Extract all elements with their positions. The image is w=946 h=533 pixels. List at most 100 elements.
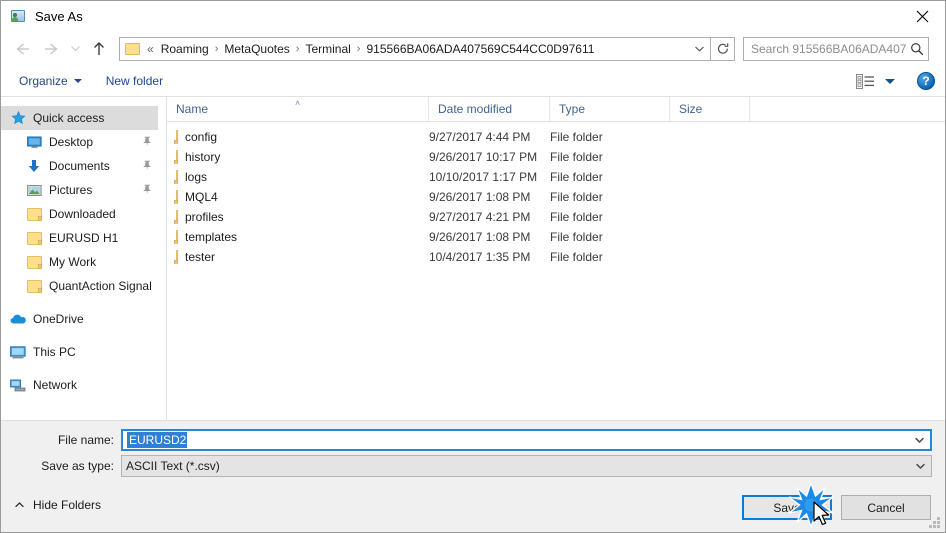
folder-icon [125,42,141,56]
up-one-level-icon[interactable] [85,36,113,62]
address-chevron-down-icon[interactable] [688,38,710,60]
forward-icon[interactable] [37,36,65,62]
folder-icon [176,250,178,264]
column-header-size[interactable]: Size [670,97,750,121]
pin-icon[interactable] [142,184,152,198]
help-icon[interactable]: ? [917,72,935,90]
title-bar: Save As [1,1,945,31]
cancel-button[interactable]: Cancel [841,495,931,520]
save-button[interactable]: Save [742,495,832,520]
hide-folders-button[interactable]: Hide Folders [14,498,101,512]
sidebar-item-desktop[interactable]: Desktop [1,130,166,154]
sidebar-item-label: Downloaded [49,207,116,221]
sidebar-item-pictures[interactable]: Pictures [1,178,166,202]
file-date: 10/10/2017 1:17 PM [429,170,538,184]
organize-button[interactable]: Organize [11,69,90,93]
column-header-label: Date modified [438,102,513,116]
sidebar-item-eurusd-h1[interactable]: EURUSD H1 [1,226,166,250]
desktop-icon [25,134,43,150]
recent-locations-chevron-down-icon[interactable] [65,36,85,62]
folder-icon [176,230,178,244]
file-name-cell: templates [167,230,429,244]
breadcrumb-item-metaquotes[interactable]: MetaQuotes [219,40,294,58]
search-icon[interactable] [906,38,928,60]
toolbar-right-group: ? [855,72,935,90]
file-type: File folder [550,190,603,204]
sidebar-item-quick-access[interactable]: Quick access [1,106,158,130]
table-row[interactable]: history 9/26/2017 10:17 PM File folder [167,147,945,167]
column-header-date-modified[interactable]: Date modified [429,97,550,121]
table-row[interactable]: config 9/27/2017 4:44 PM File folder [167,127,945,147]
search-box[interactable]: Search 915566BA06ADA40756... [743,36,929,61]
back-icon[interactable] [9,36,37,62]
sidebar-item-this-pc[interactable]: This PC [1,340,166,364]
sidebar-item-label: Quick access [33,111,105,125]
organize-label: Organize [19,74,68,88]
breadcrumb-item-roaming[interactable]: Roaming [156,40,214,58]
file-date: 9/26/2017 10:17 PM [429,150,538,164]
view-chevron-down-icon[interactable] [885,78,895,84]
breadcrumb-item-terminal[interactable]: Terminal [300,40,355,58]
save-as-type-chevron-down-icon[interactable] [912,458,929,475]
dialog-body: Quick access Desktop Documents Pictures … [1,97,945,420]
folder-icon [176,170,178,184]
star-icon [9,110,27,126]
sidebar-item-quantaction-signal[interactable]: QuantAction Signal [1,274,166,298]
file-name-cell: logs [167,170,429,184]
file-list: Name ˄ Date modified Type Size config 9/… [167,97,945,420]
table-row[interactable]: tester 10/4/2017 1:35 PM File folder [167,247,945,267]
file-type: File folder [550,250,603,264]
onedrive-icon [9,311,27,327]
column-header-row: Name ˄ Date modified Type Size [167,97,945,122]
folder-icon [176,130,178,144]
pin-icon[interactable] [142,136,152,150]
file-name-input[interactable]: EURUSD2 [121,429,932,451]
column-header-name[interactable]: Name ˄ [167,97,429,121]
folder-icon [25,230,43,246]
sidebar-item-network[interactable]: Network [1,373,166,397]
table-row[interactable]: templates 9/26/2017 1:08 PM File folder [167,227,945,247]
breadcrumb-item-terminal-id[interactable]: 915566BA06ADA407569C544CC0D97611 [361,40,599,58]
view-layout-icon[interactable] [855,72,877,90]
refresh-icon[interactable] [711,36,735,61]
sidebar-item-label: EURUSD H1 [49,231,119,245]
chevron-down-icon [73,79,82,83]
address-bar[interactable]: « Roaming › MetaQuotes › Terminal › 9155… [119,36,711,61]
toolbar: Organize New folder ? [1,66,945,97]
column-header-type[interactable]: Type [550,97,670,121]
sidebar-item-documents[interactable]: Documents [1,154,166,178]
file-type: File folder [550,230,603,244]
window-title: Save As [35,8,83,24]
file-date: 10/4/2017 1:35 PM [429,250,531,264]
navigation-pane: Quick access Desktop Documents Pictures … [1,97,167,420]
sidebar-item-label: Desktop [49,135,94,149]
column-header-label: Type [559,102,586,116]
sidebar-item-label: My Work [49,255,97,269]
sidebar-item-label: Documents [49,159,110,173]
cancel-label: Cancel [867,500,905,515]
save-as-icon [10,8,26,24]
sidebar-item-onedrive[interactable]: OneDrive [1,307,166,331]
sidebar-item-label: Network [33,378,78,392]
file-type: File folder [550,170,603,184]
breadcrumb-overflow[interactable]: « [143,42,156,56]
folder-icon [176,210,178,224]
pin-icon[interactable] [142,160,152,174]
new-folder-button[interactable]: New folder [98,69,171,93]
sidebar-item-my-work[interactable]: My Work [1,250,166,274]
folder-icon [176,190,178,204]
search-input[interactable]: Search 915566BA06ADA40756... [751,42,906,56]
close-icon[interactable] [899,1,945,31]
save-as-type-select[interactable]: ASCII Text (*.csv) [121,455,932,477]
save-as-type-value: ASCII Text (*.csv) [126,459,220,473]
pictures-icon [25,182,43,198]
file-date: 9/26/2017 1:08 PM [429,190,531,204]
file-date: 9/27/2017 4:44 PM [429,130,531,144]
file-name-chevron-down-icon[interactable] [911,432,928,449]
table-row[interactable]: logs 10/10/2017 1:17 PM File folder [167,167,945,187]
table-row[interactable]: profiles 9/27/2017 4:21 PM File folder [167,207,945,227]
file-name: templates [185,230,238,244]
sidebar-item-downloaded[interactable]: Downloaded [1,202,166,226]
table-row[interactable]: MQL4 9/26/2017 1:08 PM File folder [167,187,945,207]
